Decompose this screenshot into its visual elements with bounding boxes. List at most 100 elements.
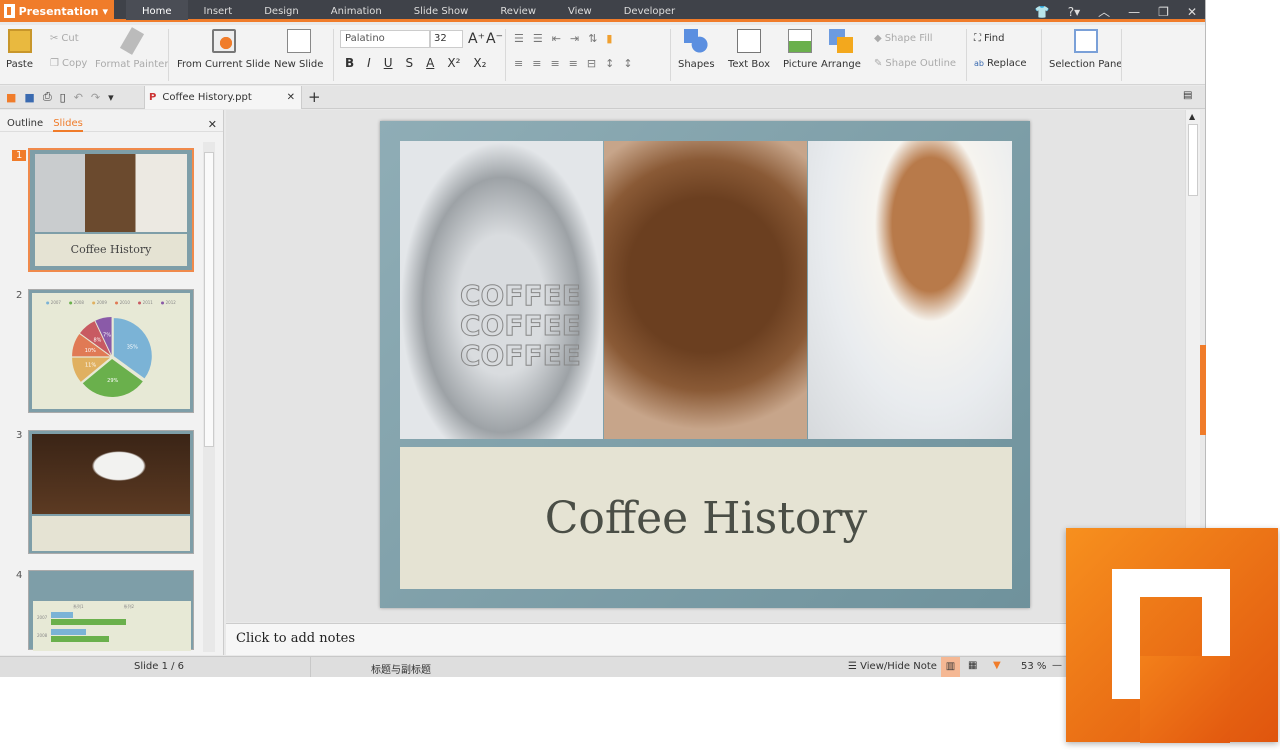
save-icon[interactable]: ■ — [24, 91, 34, 104]
new-slide-button[interactable]: New Slide — [274, 29, 323, 70]
text-box-icon — [737, 29, 761, 53]
slide-number: 4 — [16, 570, 23, 581]
print-preview-icon[interactable]: ▯ — [60, 91, 66, 104]
help-icon[interactable]: ?▾ — [1068, 0, 1080, 24]
line-spacing-icon[interactable]: ↕ — [605, 57, 614, 70]
decrease-indent-icon[interactable]: ⇤ — [552, 32, 561, 45]
font-size-select[interactable]: 32 — [430, 30, 463, 48]
underline-button[interactable]: U — [384, 56, 393, 70]
shape-fill-button[interactable]: ◆ Shape Fill — [874, 33, 933, 44]
close-icon[interactable]: ✕ — [1187, 0, 1197, 24]
replace-button[interactable]: ab Replace — [974, 58, 1027, 69]
paragraph-spacing-icon[interactable]: ↕ — [623, 57, 632, 70]
slide-thumbnail-3[interactable] — [28, 430, 194, 554]
tab-developer[interactable]: Developer — [608, 0, 691, 22]
slide-thumbnail-1[interactable]: Coffee History — [28, 148, 194, 272]
shadow-button[interactable]: S — [406, 56, 414, 70]
subscript-button[interactable]: X₂ — [473, 56, 486, 70]
pie-label: 35% — [127, 345, 138, 351]
from-current-slide-button[interactable]: From Current Slide — [177, 29, 270, 70]
redo-icon[interactable]: ↷ — [91, 91, 100, 104]
tab-slides[interactable]: Slides — [53, 118, 83, 132]
tab-animation[interactable]: Animation — [315, 0, 398, 22]
app-menu-button[interactable]: Presentation ▾ — [0, 0, 114, 22]
text-box-label: Text Box — [728, 59, 770, 70]
tab-menu-icon[interactable]: ▤ — [1183, 90, 1192, 101]
tab-outline[interactable]: Outline — [7, 118, 43, 131]
shape-outline-button[interactable]: ✎ Shape Outline — [874, 58, 956, 69]
cut-button[interactable]: ✂ Cut — [50, 33, 79, 44]
from-current-slide-label: From Current Slide — [177, 59, 271, 70]
shape-fill-label: Shape Fill — [884, 33, 933, 44]
selection-pane-button[interactable]: Selection Pane — [1049, 29, 1122, 70]
slides-panel: Outline Slides ✕ 1 Coffee History 2 ● 2007… — [0, 110, 224, 655]
new-slide-icon — [286, 29, 311, 53]
tab-home[interactable]: Home — [126, 0, 188, 22]
cut-label: Cut — [61, 33, 79, 44]
align-right-icon[interactable]: ≡ — [550, 57, 559, 70]
side-pane-toggle[interactable] — [1200, 345, 1206, 435]
legend-series-2: 系列2 — [123, 604, 135, 609]
arrange-icon — [828, 29, 853, 53]
pie-label: 29% — [107, 378, 118, 384]
coffee-canister-photo: COFFEE COFFEE COFFEE — [400, 141, 603, 439]
text-direction-icon[interactable]: ⇅ — [588, 32, 597, 45]
close-tab-icon[interactable]: ✕ — [287, 92, 295, 103]
slide-title[interactable]: Coffee History — [400, 447, 1012, 589]
superscript-button[interactable]: X² — [447, 56, 460, 70]
picture-button[interactable]: Picture — [783, 29, 817, 70]
align-center-icon[interactable]: ≡ — [532, 57, 541, 70]
increase-indent-icon[interactable]: ⇥ — [570, 32, 579, 45]
minimize-icon[interactable]: — — [1128, 0, 1140, 24]
document-tab[interactable]: P Coffee History.ppt ✕ — [144, 86, 302, 109]
copy-button[interactable]: ❐ Copy — [50, 58, 87, 69]
new-tab-icon[interactable]: + — [308, 88, 321, 106]
shrink-font-icon[interactable]: A⁻ — [486, 31, 503, 47]
find-button[interactable]: ⛶ Find — [974, 33, 1005, 44]
tab-insert[interactable]: Insert — [188, 0, 249, 22]
font-family-select[interactable]: Palatino — [340, 30, 430, 48]
shapes-button[interactable]: Shapes — [678, 29, 715, 70]
slideshow-icon[interactable]: ▼ — [993, 660, 1001, 671]
pie-chart: 35% 29% 11% 10% 8%7% — [72, 317, 152, 397]
print-icon[interactable]: ⎙ — [43, 90, 52, 104]
notes-input[interactable]: Click to add notes — [226, 623, 1185, 655]
italic-button[interactable]: I — [367, 56, 371, 70]
restore-icon[interactable]: ❐ — [1158, 0, 1169, 24]
zoom-out-icon[interactable]: — — [1052, 660, 1062, 671]
bullets-icon[interactable]: ☰ — [514, 32, 524, 45]
slide-sorter-icon[interactable]: ▦ — [968, 660, 977, 671]
align-left-icon[interactable]: ≡ — [514, 57, 523, 70]
font-color-button[interactable]: A — [426, 56, 434, 70]
close-panel-icon[interactable]: ✕ — [208, 118, 217, 131]
text-box-button[interactable]: Text Box — [728, 29, 770, 70]
distribute-icon[interactable]: ⊟ — [587, 57, 596, 70]
ribbon: Paste ✂ Cut ❐ Copy Format Painter From Cur… — [0, 25, 1205, 85]
tab-review[interactable]: Review — [484, 0, 552, 22]
brush-icon — [119, 27, 144, 55]
tab-design[interactable]: Design — [248, 0, 315, 22]
view-hide-note-button[interactable]: ☰ View/Hide Note — [848, 661, 937, 672]
open-icon[interactable]: ■ — [6, 91, 16, 104]
numbering-icon[interactable]: ☰ — [533, 32, 543, 45]
format-painter-button[interactable]: Format Painter — [95, 27, 168, 70]
shapes-icon — [684, 29, 709, 53]
thumbnail-scrollbar[interactable] — [203, 142, 215, 652]
skin-icon[interactable]: 👕 — [1035, 0, 1050, 24]
grow-font-icon[interactable]: A⁺ — [468, 31, 485, 47]
paste-button[interactable]: Paste — [6, 29, 33, 70]
columns-icon[interactable]: ▮ — [606, 32, 612, 45]
tab-view[interactable]: View — [552, 0, 608, 22]
slide-1[interactable]: COFFEE COFFEE COFFEE Coffee History — [380, 121, 1030, 608]
slide-thumbnail-2[interactable]: ● 2007 ● 2008 ● 2009 ● 2010 ● 2011 ● 2012 35%… — [28, 289, 194, 413]
undo-icon[interactable]: ↶ — [74, 91, 83, 104]
slide-thumbnail-4[interactable]: 系列1 系列2 2007 2008 — [28, 570, 194, 651]
customize-toolbar-icon[interactable]: ▾ — [108, 91, 114, 104]
arrange-button[interactable]: Arrange — [821, 29, 861, 70]
justify-icon[interactable]: ≡ — [569, 57, 578, 70]
bold-button[interactable]: B — [345, 56, 354, 70]
normal-view-icon[interactable]: ▥ — [941, 657, 960, 677]
legend-item: ● 2010 — [114, 300, 130, 305]
collapse-ribbon-icon[interactable]: ︿ — [1098, 0, 1110, 24]
tab-slide-show[interactable]: Slide Show — [398, 0, 485, 22]
